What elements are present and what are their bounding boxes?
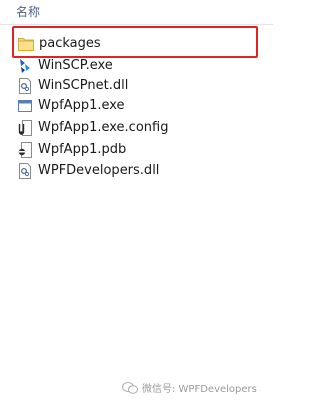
- file-row-packages[interactable]: packages: [0, 34, 273, 54]
- file-name: WinSCP.exe: [38, 58, 113, 73]
- watermark: 微信号: WPFDevelopers: [122, 380, 257, 395]
- file-name: WpfApp1.exe.config: [38, 120, 169, 135]
- dll-file-icon: [19, 163, 31, 179]
- column-header[interactable]: 名称 ^: [0, 0, 273, 25]
- file-name: WpfApp1.exe: [38, 98, 125, 113]
- wechat-icon: [122, 381, 138, 394]
- winscp-app-icon: [20, 59, 30, 73]
- pdb-file-icon: [18, 142, 32, 158]
- folder-icon: [18, 38, 34, 51]
- file-name: WpfApp1.pdb: [38, 142, 127, 157]
- file-row-winscp-exe[interactable]: WinSCP.exe: [0, 56, 273, 76]
- config-file-icon: [18, 120, 32, 136]
- column-header-name[interactable]: 名称: [16, 3, 40, 20]
- app-window-icon: [18, 100, 32, 112]
- file-row-wpfdevelopers-dll[interactable]: WPFDevelopers.dll: [0, 161, 273, 181]
- file-name: WPFDevelopers.dll: [38, 163, 160, 178]
- dll-file-icon: [19, 78, 31, 94]
- file-row-winscpnet-dll[interactable]: WinSCPnet.dll: [0, 76, 273, 96]
- file-row-wpfapp1-pdb[interactable]: WpfApp1.pdb: [0, 140, 273, 160]
- sort-indicator: ^: [140, 0, 150, 7]
- file-row-wpfapp1-exe-config[interactable]: WpfApp1.exe.config: [0, 118, 273, 138]
- file-row-wpfapp1-exe[interactable]: WpfApp1.exe: [0, 96, 273, 116]
- file-name: packages: [39, 36, 101, 51]
- file-name: WinSCPnet.dll: [38, 78, 129, 93]
- watermark-text: 微信号: WPFDevelopers: [142, 384, 257, 395]
